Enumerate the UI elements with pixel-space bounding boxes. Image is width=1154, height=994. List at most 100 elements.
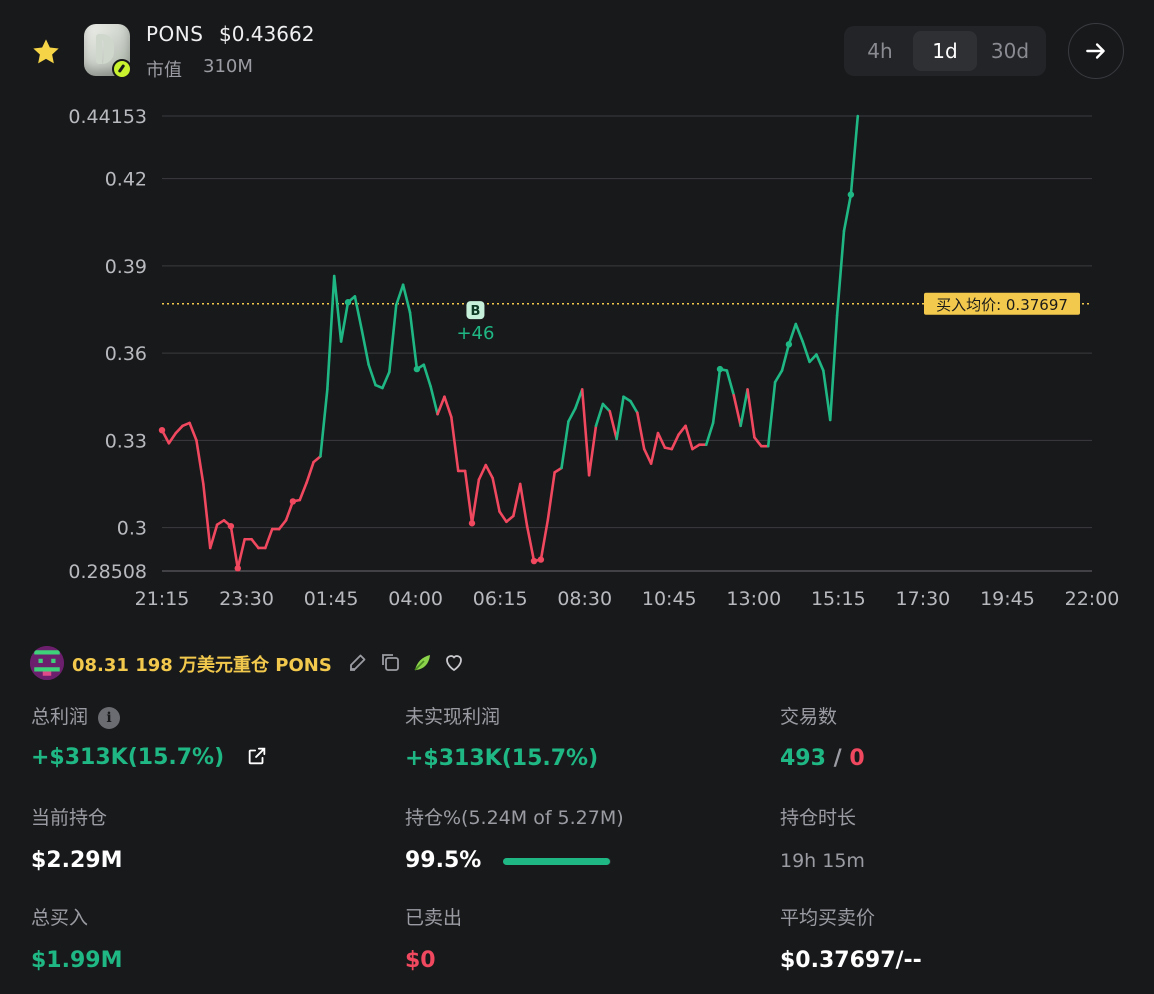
- price-line-segment: [388, 303, 398, 374]
- holding-duration-stat: 持仓时长 19h 15m: [780, 803, 865, 872]
- timeframe-4h-button[interactable]: 4h: [848, 31, 912, 71]
- price-line-segment: [429, 385, 439, 416]
- price-line-segment: [167, 431, 178, 445]
- heart-icon[interactable]: [442, 650, 466, 674]
- x-tick-label: 13:00: [726, 588, 781, 610]
- price-line-segment: [525, 524, 536, 563]
- trade-point: [716, 365, 724, 373]
- price-line-segment: [822, 369, 832, 422]
- price-line-segment: [629, 399, 639, 415]
- price-line-segment: [587, 424, 598, 477]
- price-line-segment: [174, 424, 184, 435]
- x-tick-label: 10:45: [642, 588, 697, 610]
- unrealized-profit-label: 未实现利润: [405, 706, 501, 728]
- current-holding-label: 当前持仓: [31, 807, 108, 829]
- price-line-segment: [202, 482, 212, 550]
- price-line-segment: [498, 510, 508, 524]
- price-line-segment: [773, 369, 784, 384]
- price-line-segment: [367, 363, 377, 387]
- price-line-segment: [828, 314, 839, 422]
- price-line-segment: [339, 300, 350, 343]
- x-tick-label: 21:15: [135, 588, 190, 610]
- avg-price-label: 平均买卖价: [780, 907, 876, 929]
- sold-value: $0: [405, 948, 436, 973]
- x-tick-label: 23:30: [219, 588, 274, 610]
- price-line-segment: [450, 415, 460, 473]
- avatar[interactable]: [30, 646, 64, 680]
- price-line-segment: [512, 482, 522, 518]
- price-line-segment: [615, 395, 625, 441]
- sold-label: 已卖出: [405, 907, 463, 929]
- y-tick-label: 0.36: [105, 343, 147, 365]
- price-line-segment: [842, 193, 853, 233]
- trades-sells: 0: [849, 746, 865, 771]
- current-holding-value: $2.29M: [31, 848, 123, 873]
- copy-icon[interactable]: [378, 650, 402, 674]
- trades-buys: 493: [780, 746, 826, 771]
- price-line-segment: [264, 527, 274, 550]
- price-line-segment: [546, 471, 556, 522]
- edit-icon[interactable]: [346, 650, 370, 674]
- y-tick-label: 0.28508: [68, 561, 147, 583]
- y-tick-label: 0.33: [105, 430, 147, 452]
- price-line-segment: [505, 514, 515, 524]
- y-tick-label: 0.39: [105, 256, 147, 278]
- trade-point: [234, 565, 241, 572]
- holding-pct-value: 99.5%: [405, 848, 482, 873]
- price-line-segment: [401, 283, 412, 314]
- current-holding-stat: 当前持仓 $2.29M: [31, 803, 122, 873]
- x-tick-label: 06:15: [473, 588, 528, 610]
- price-line-segment: [229, 524, 240, 570]
- favorite-star-icon[interactable]: [30, 36, 62, 68]
- x-tick-label: 01:45: [304, 588, 359, 610]
- market-cap-label: 市值: [146, 60, 182, 81]
- price-line-segment: [332, 274, 343, 343]
- price-line-segment: [711, 367, 722, 425]
- price-line-segment: [801, 340, 811, 364]
- y-tick-label: 0.42: [105, 169, 147, 191]
- next-arrow-button[interactable]: [1068, 23, 1124, 79]
- price-line-segment: [305, 460, 315, 484]
- price-line-segment: [408, 311, 419, 371]
- price-line-segment: [677, 424, 687, 436]
- price-line-segment: [326, 274, 336, 391]
- price-line-segment: [463, 469, 474, 525]
- price-line-segment: [608, 409, 618, 441]
- price-line-segment: [539, 519, 550, 561]
- price-line-segment: [470, 478, 481, 525]
- price-line-segment: [443, 395, 453, 419]
- x-tick-label: 04:00: [388, 588, 443, 610]
- trade-point: [530, 557, 538, 565]
- holding-duration-value: 19h 15m: [780, 850, 865, 872]
- price-chart[interactable]: 0.44153 0.42 0.39 0.36 0.33 0.3 0.28508 21:15 23…: [0, 104, 1154, 624]
- leaf-icon[interactable]: [410, 650, 434, 674]
- trade-point: [537, 556, 545, 563]
- price-line-segment: [739, 388, 749, 428]
- market-cap-value: 310M: [203, 56, 253, 77]
- trade-point: [785, 341, 793, 348]
- price-line-segment: [518, 482, 529, 528]
- holding-duration-label: 持仓时长: [780, 807, 857, 829]
- holding-pct-stat: 持仓%(5.24M of 5.27M) 99.5%: [405, 803, 624, 873]
- timeframe-1d-button[interactable]: 1d: [913, 31, 977, 71]
- price-line-segment: [725, 369, 736, 397]
- price-line-segment: [601, 402, 612, 413]
- arrow-right-icon: [1086, 43, 1105, 59]
- sold-stat: 已卖出 $0: [405, 903, 462, 973]
- price-line-segment: [360, 328, 370, 367]
- external-link-icon[interactable]: [246, 745, 268, 767]
- price-line-segment: [491, 476, 501, 513]
- info-icon[interactable]: i: [98, 706, 121, 729]
- trades-separator: /: [833, 746, 842, 771]
- price-line-segment: [208, 523, 219, 550]
- price-line-segment: [649, 431, 660, 465]
- buy-marker-label: B: [470, 304, 480, 319]
- unrealized-profit-value: +$313K(15.7%): [405, 746, 599, 771]
- total-profit-stat: 总利润 i +$313K(15.7%): [31, 702, 268, 770]
- trade-point: [158, 426, 166, 434]
- trade-point: [227, 522, 235, 530]
- timeframe-30d-button[interactable]: 30d: [978, 31, 1042, 71]
- trade-point: [289, 498, 297, 505]
- price-line-segment: [312, 455, 322, 464]
- avg-price-value: $0.37697/--: [780, 948, 922, 973]
